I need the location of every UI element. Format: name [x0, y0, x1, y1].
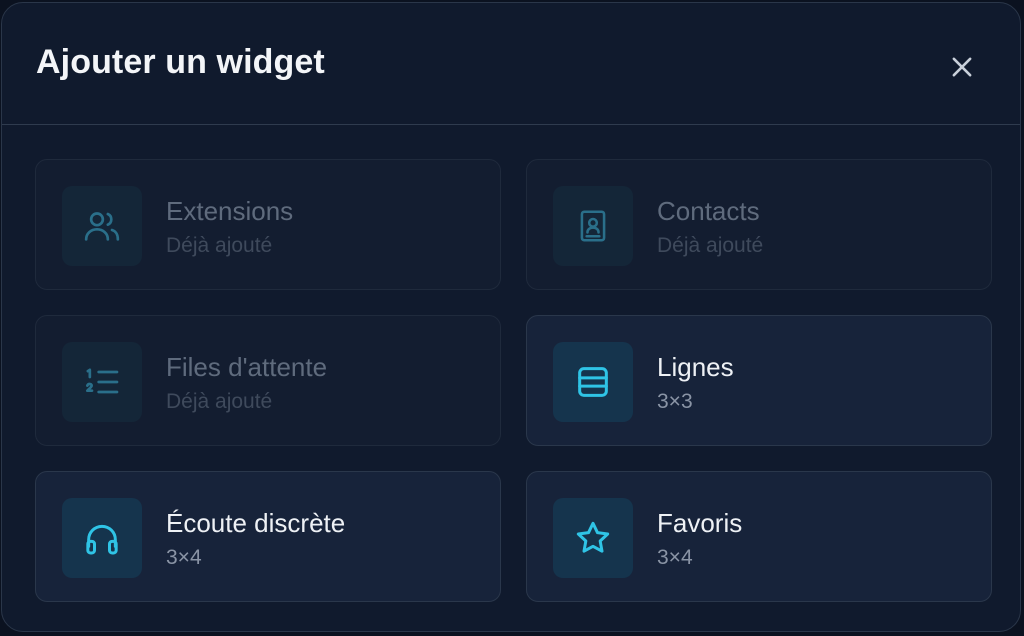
widget-icon-box [553, 342, 633, 422]
headphones-icon [86, 524, 118, 555]
widget-icon-box [62, 498, 142, 578]
widget-size: 3×4 [166, 546, 202, 569]
users-icon [84, 212, 120, 241]
close-button[interactable] [944, 49, 980, 85]
widget-card-lines[interactable]: Lignes 3×3 [526, 315, 992, 446]
widget-card-favorites[interactable]: Favoris 3×4 [526, 471, 992, 602]
widget-size: 3×4 [657, 546, 693, 569]
widget-name: Écoute discrète [166, 508, 346, 538]
widget-name: Lignes [657, 352, 734, 382]
widget-size: 3×3 [657, 390, 693, 413]
widget-name: Files d'attente [166, 352, 328, 382]
widget-card-contacts: Contacts Déjà ajouté [526, 159, 992, 290]
add-widget-dialog: Ajouter un widget Extensions Déjà ajouté [1, 2, 1021, 632]
widget-icon-box [62, 342, 142, 422]
contact-book-icon [580, 210, 606, 242]
star-icon [576, 521, 610, 553]
widget-grid: Extensions Déjà ajouté Contacts Déjà ajo… [35, 159, 992, 602]
widget-icon-box [553, 186, 633, 266]
widget-card-queues: Files d'attente Déjà ajouté [35, 315, 501, 446]
widget-status: Déjà ajouté [657, 234, 764, 257]
widget-name: Contacts [657, 196, 760, 226]
numbered-list-icon [86, 368, 119, 394]
widget-card-extensions: Extensions Déjà ajouté [35, 159, 501, 290]
widget-status: Déjà ajouté [166, 234, 273, 257]
close-icon [952, 57, 972, 77]
dialog-title: Ajouter un widget [36, 43, 325, 81]
widget-name: Extensions [166, 196, 294, 226]
dialog-header: Ajouter un widget [2, 3, 1020, 125]
rows-icon [578, 367, 608, 397]
widget-icon-box [553, 498, 633, 578]
widget-icon-box [62, 186, 142, 266]
widget-name: Favoris [657, 508, 743, 538]
widget-card-silent-listening[interactable]: Écoute discrète 3×4 [35, 471, 501, 602]
widget-status: Déjà ajouté [166, 390, 273, 413]
